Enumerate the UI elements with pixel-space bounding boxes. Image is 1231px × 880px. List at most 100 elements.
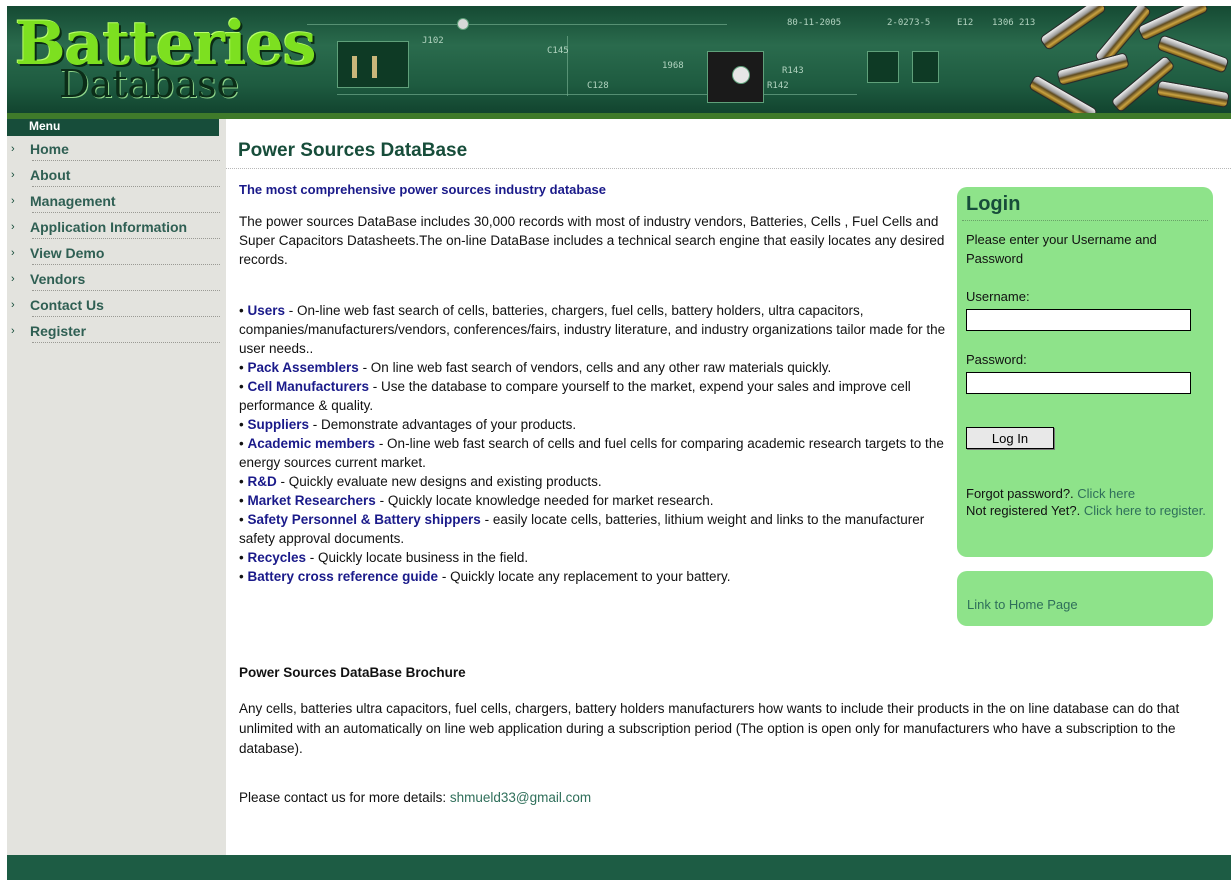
account-help: Forgot password?. Click here Not registe… (966, 485, 1206, 519)
feature-list: • Users - On-line web fast search of cel… (239, 301, 954, 586)
contact-email-link[interactable]: shmueld33@gmail.com (450, 790, 591, 805)
feature-description: - Demonstrate advantages of your product… (309, 417, 577, 432)
password-field[interactable] (966, 372, 1191, 394)
feature-description: - Quickly locate business in the field. (306, 550, 529, 565)
list-item: • Users - On-line web fast search of cel… (239, 303, 946, 356)
board-label: 80-11-2005 (787, 18, 842, 28)
site-logo-subtitle: Database (59, 62, 240, 106)
feature-term: Battery cross reference guide (247, 569, 439, 584)
login-panel: Login Please enter your Username and Pas… (957, 187, 1213, 557)
header-banner: 80-11-2005 2-0273-5 E12 1306 213 R143 C1… (7, 6, 1231, 119)
sidebar-item-home[interactable]: › Home (7, 138, 226, 164)
login-button[interactable]: Log In (966, 427, 1054, 449)
sidebar-item-view-demo[interactable]: › View Demo (7, 242, 226, 268)
menu-separator (32, 160, 220, 161)
feature-term: Safety Personnel & Battery shippers (247, 512, 481, 527)
list-item: • Safety Personnel & Battery shippers - … (239, 512, 925, 546)
list-item: • R&D - Quickly evaluate new designs and… (239, 474, 602, 489)
battery-shape (1156, 79, 1230, 109)
feature-term: Academic members (247, 436, 376, 451)
intro-paragraph: The power sources DataBase includes 30,0… (239, 214, 945, 267)
feature-term: Pack Assemblers (247, 360, 359, 375)
menu-title: Menu (7, 119, 219, 136)
sidebar-item-label[interactable]: About (30, 167, 70, 183)
menu-separator (32, 316, 220, 317)
menu-separator (32, 238, 220, 239)
sidebar-item-contact-us[interactable]: › Contact Us (7, 294, 226, 320)
board-component (457, 18, 469, 30)
tagline: The most comprehensive power sources ind… (239, 182, 607, 197)
sidebar-item-label[interactable]: View Demo (30, 245, 104, 261)
board-component (912, 51, 939, 83)
feature-description: - Quickly locate any replacement to your… (438, 569, 731, 584)
feature-term: Recycles (247, 550, 307, 565)
board-trace (567, 36, 568, 96)
chevron-right-icon: › (11, 195, 15, 207)
board-component (732, 66, 750, 84)
menu-separator (32, 264, 220, 265)
list-item: • Cell Manufacturers - Use the database … (239, 379, 911, 413)
password-label: Password: (966, 352, 1027, 367)
board-label: J102 (422, 36, 444, 46)
sidebar-item-label[interactable]: Contact Us (30, 297, 104, 313)
list-item: • Recycles - Quickly locate business in … (239, 550, 529, 565)
sidebar-item-label[interactable]: Vendors (30, 271, 85, 287)
batteries-pile-image (1027, 6, 1231, 113)
feature-term: Users (247, 303, 286, 318)
sidebar-item-application-information[interactable]: › Application Information (7, 216, 226, 242)
login-instructions: Please enter your Username and Password (966, 232, 1157, 266)
menu-separator (32, 290, 220, 291)
feature-description: - On-line web fast search of cells, batt… (239, 303, 946, 356)
brochure-paragraph: Any cells, batteries ultra capacitors, f… (239, 701, 1180, 756)
board-label: E12 (957, 18, 974, 28)
feature-term: Suppliers (247, 417, 309, 432)
board-trace (337, 94, 857, 95)
login-title: Login (966, 193, 1021, 215)
feature-term: R&D (247, 474, 277, 489)
sidebar: Menu › Home › About › Management › Appli… (7, 119, 226, 855)
board-trace (307, 24, 727, 25)
forgot-password-text: Forgot password?. (966, 486, 1078, 501)
feature-description: - On line web fast search of vendors, ce… (358, 360, 832, 375)
list-item: • Suppliers - Demonstrate advantages of … (239, 417, 577, 432)
chevron-right-icon: › (11, 299, 15, 311)
sidebar-item-vendors[interactable]: › Vendors (7, 268, 226, 294)
list-item: • Academic members - On-line web fast se… (239, 436, 944, 470)
home-link-panel: Link to Home Page (957, 571, 1213, 626)
register-text: Not registered Yet?. (966, 503, 1084, 518)
page-title: Power Sources DataBase (238, 140, 468, 161)
contact-line: Please contact us for more details: shmu… (239, 790, 591, 805)
feature-description: - Quickly evaluate new designs and exist… (276, 474, 602, 489)
chevron-right-icon: › (11, 247, 15, 259)
list-item: • Market Researchers - Quickly locate kn… (239, 493, 714, 508)
board-component (352, 56, 357, 78)
username-field[interactable] (966, 309, 1191, 331)
page: 80-11-2005 2-0273-5 E12 1306 213 R143 C1… (7, 6, 1231, 880)
title-divider (226, 168, 1231, 169)
menu-list: › Home › About › Management › Applicatio… (7, 138, 226, 346)
forgot-password-link[interactable]: Click here (1077, 486, 1135, 501)
chevron-right-icon: › (11, 221, 15, 233)
board-component (867, 51, 899, 83)
chevron-right-icon: › (11, 273, 15, 285)
sidebar-item-label[interactable]: Management (30, 193, 116, 209)
chevron-right-icon: › (11, 169, 15, 181)
list-item: • Pack Assemblers - On line web fast sea… (239, 360, 832, 375)
register-link[interactable]: Click here to register. (1084, 503, 1206, 518)
sidebar-item-about[interactable]: › About (7, 164, 226, 190)
home-page-link[interactable]: Link to Home Page (967, 597, 1078, 612)
sidebar-item-management[interactable]: › Management (7, 190, 226, 216)
sidebar-item-register[interactable]: › Register (7, 320, 226, 346)
board-label: C128 (587, 81, 609, 91)
sidebar-item-label[interactable]: Register (30, 323, 86, 339)
board-label: R143 (782, 66, 804, 76)
menu-separator (32, 186, 220, 187)
forgot-password-line: Forgot password?. Click here (966, 485, 1206, 502)
sidebar-item-label[interactable]: Home (30, 141, 69, 157)
login-divider (962, 220, 1208, 221)
chevron-right-icon: › (11, 143, 15, 155)
feature-term: Market Researchers (247, 493, 376, 508)
feature-description: - Quickly locate knowledge needed for ma… (375, 493, 714, 508)
sidebar-item-label[interactable]: Application Information (30, 219, 187, 235)
board-component (372, 56, 377, 78)
